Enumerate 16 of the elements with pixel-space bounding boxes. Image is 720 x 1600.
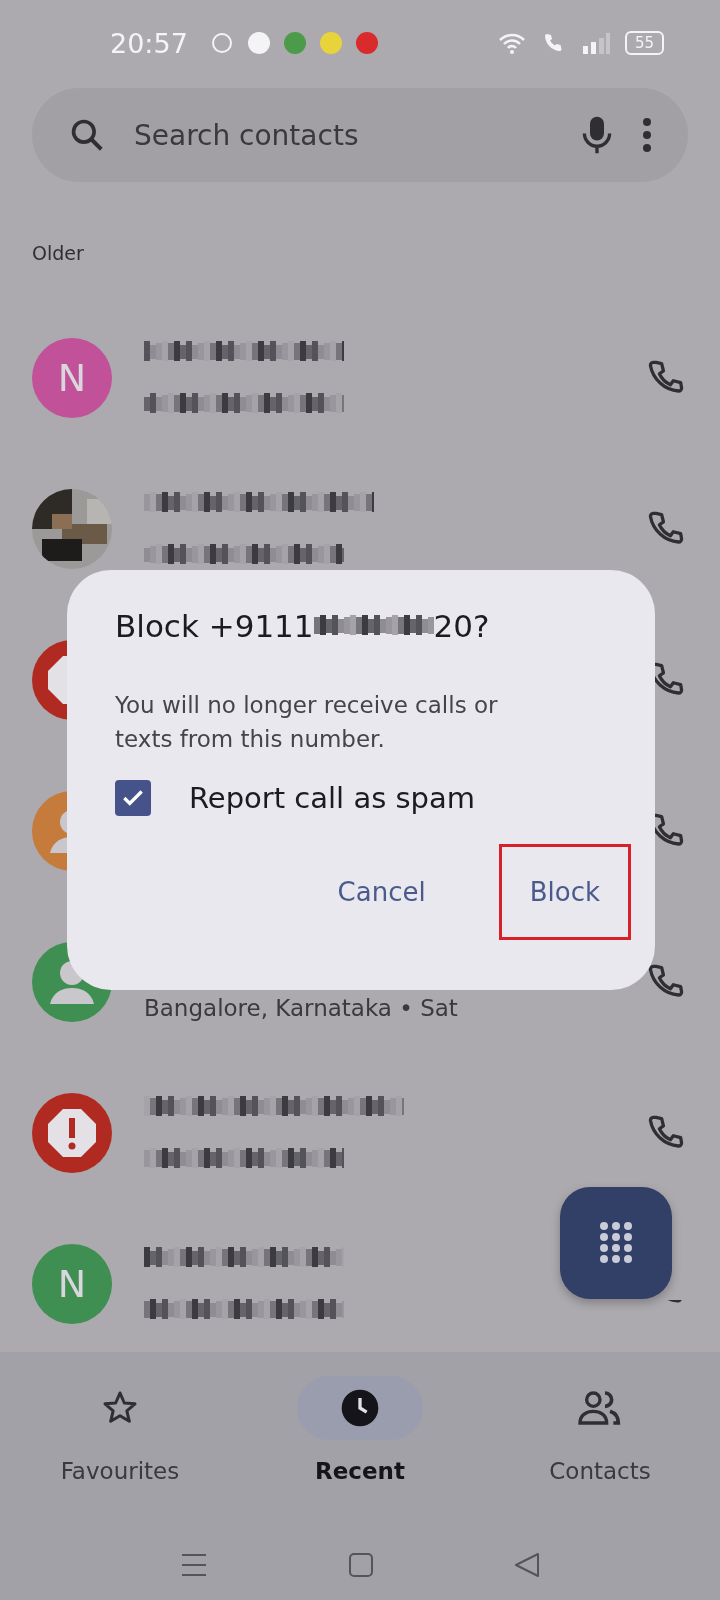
battery-level: 55 — [624, 31, 664, 55]
status-time: 20:57 — [110, 27, 188, 59]
letter-avatar: N — [32, 1243, 112, 1324]
letter-avatar: N — [32, 337, 112, 418]
call-detail: Bangalore, Karnataka • Sat — [144, 994, 459, 1021]
checkbox-label: Report call as spam — [189, 781, 476, 815]
dialog-button[interactable]: Cancel — [306, 844, 457, 940]
nav-tab[interactable]: Recent — [240, 1352, 480, 1530]
dialog-title-end: 20? — [433, 608, 490, 644]
nav-tab[interactable]: Favourites — [0, 1352, 240, 1530]
dialog-button[interactable]: Block — [498, 844, 631, 940]
dialog-message: You will no longer receive calls or texts from this number. — [115, 691, 499, 754]
dialog-title: Block +9111 — [115, 608, 314, 644]
search-field[interactable]: Search contacts — [32, 88, 688, 182]
nav-tab[interactable]: Contacts — [480, 1352, 720, 1530]
section-label: Older — [32, 242, 85, 266]
